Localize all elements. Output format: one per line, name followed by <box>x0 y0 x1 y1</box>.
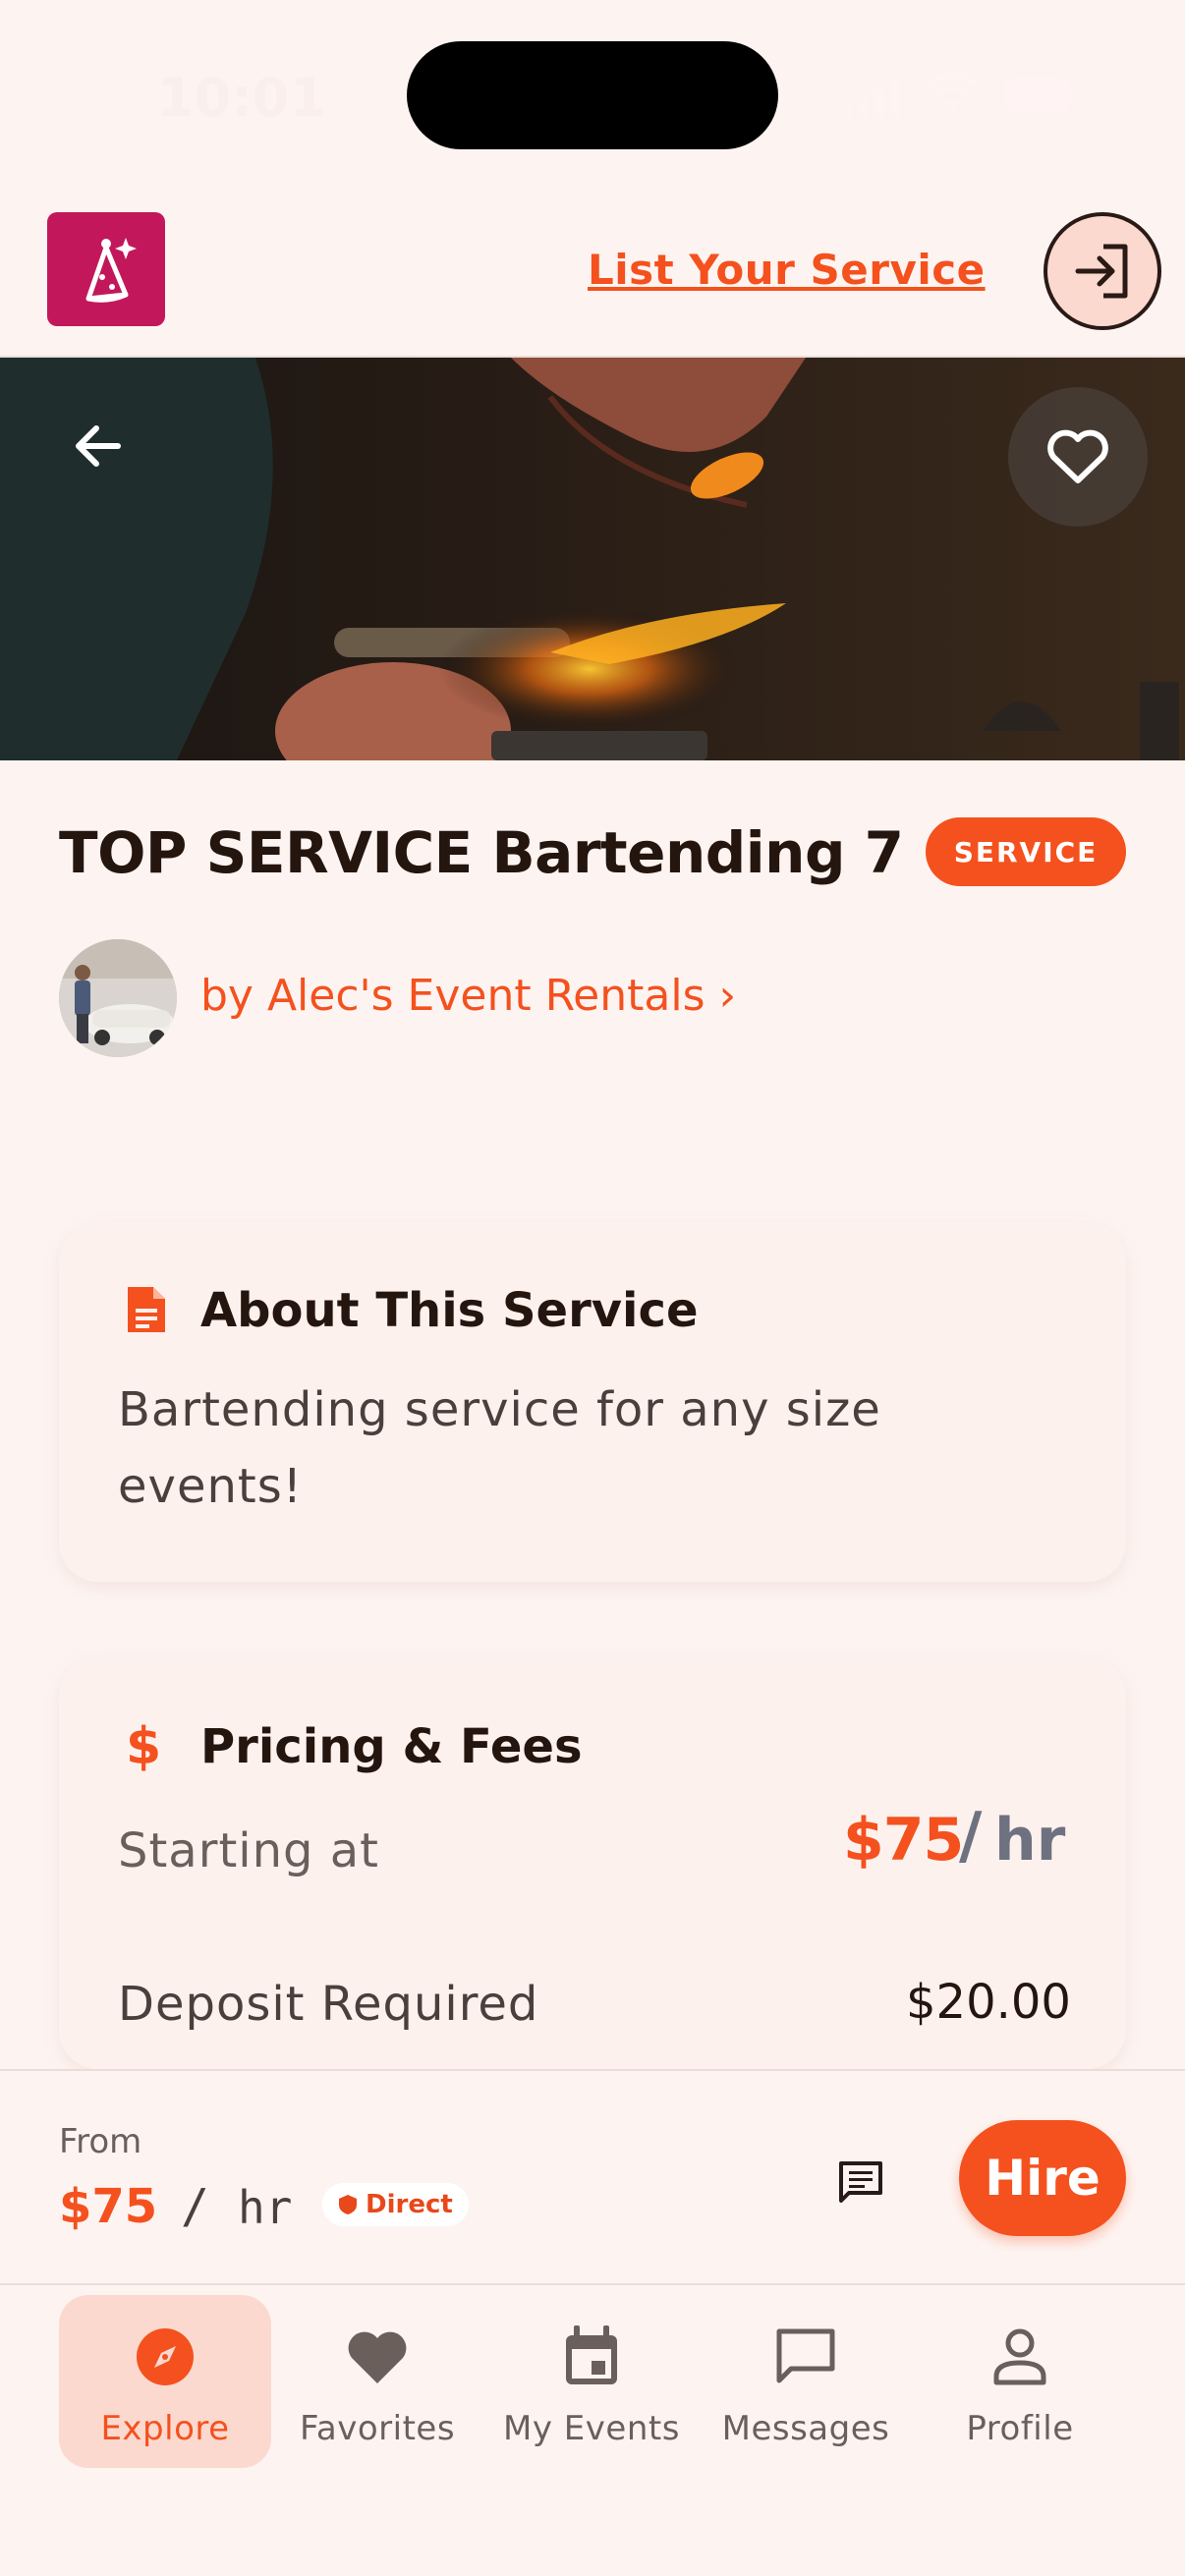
tab-profile[interactable]: Profile <box>914 2295 1126 2468</box>
favorite-button[interactable] <box>1008 387 1148 527</box>
shield-icon <box>339 2195 357 2214</box>
dollar-icon: $ <box>126 1717 162 1776</box>
price-unit: hr <box>994 1806 1066 1875</box>
calendar-icon <box>559 2324 624 2389</box>
status-bar: 10:01 <box>0 0 1185 187</box>
direct-label: Direct <box>366 2190 453 2219</box>
service-title: TOP SERVICE Bartending 7 <box>59 819 904 886</box>
login-button[interactable] <box>1044 212 1161 330</box>
battery-icon <box>1004 79 1071 112</box>
tab-label: Explore <box>100 2409 230 2448</box>
back-button[interactable] <box>59 407 138 485</box>
deposit-label: Deposit Required <box>118 1977 539 2032</box>
from-price: $75 <box>59 2179 158 2234</box>
service-type-badge: SERVICE <box>926 817 1126 886</box>
chat-icon <box>839 2161 882 2203</box>
compass-icon <box>133 2324 198 2389</box>
heart-icon <box>345 2324 410 2389</box>
from-label: From <box>59 2122 142 2161</box>
provider-avatar[interactable] <box>59 939 177 1057</box>
tab-favorites[interactable]: Favorites <box>271 2295 483 2468</box>
tab-label: Profile <box>966 2409 1074 2448</box>
list-your-service-link[interactable]: List Your Service <box>588 246 986 294</box>
document-icon <box>128 1287 165 1332</box>
from-unit: hr <box>238 2181 293 2234</box>
wifi-icon <box>926 73 981 112</box>
deposit-value: $20.00 <box>906 1975 1071 2030</box>
tab-my-events[interactable]: My Events <box>485 2295 698 2468</box>
direct-badge: Direct <box>322 2183 469 2226</box>
tab-messages[interactable]: Messages <box>700 2295 912 2468</box>
pricing-title: Pricing & Fees <box>200 1719 583 1774</box>
about-title: About This Service <box>200 1283 699 1338</box>
dynamic-island <box>407 41 778 149</box>
signal-icon <box>843 79 900 118</box>
service-hero-image <box>0 358 1185 760</box>
price-separator: / <box>959 1800 983 1873</box>
provider-link[interactable]: by Alec's Event Rentals › <box>200 971 736 1021</box>
tab-label: Favorites <box>299 2409 456 2448</box>
from-separator: / <box>181 2179 209 2234</box>
app-header: List Your Service <box>0 187 1185 358</box>
login-icon <box>1075 244 1128 299</box>
status-time: 10:01 <box>157 67 326 129</box>
starting-price: $75 <box>843 1806 964 1875</box>
starting-at-label: Starting at <box>118 1823 379 1878</box>
arrow-left-icon <box>76 425 121 467</box>
chat-bubble-icon <box>773 2324 838 2389</box>
person-icon <box>988 2324 1052 2389</box>
message-provider-button[interactable] <box>825 2148 896 2218</box>
tab-label: My Events <box>503 2409 680 2448</box>
about-description: Bartending service for any size events! <box>118 1382 881 1514</box>
party-hat-logo-icon[interactable] <box>47 212 165 326</box>
tab-label: Messages <box>721 2409 890 2448</box>
tab-explore[interactable]: Explore <box>59 2295 271 2468</box>
hire-button[interactable]: Hire <box>959 2120 1126 2236</box>
heart-outline-icon <box>1047 429 1108 483</box>
